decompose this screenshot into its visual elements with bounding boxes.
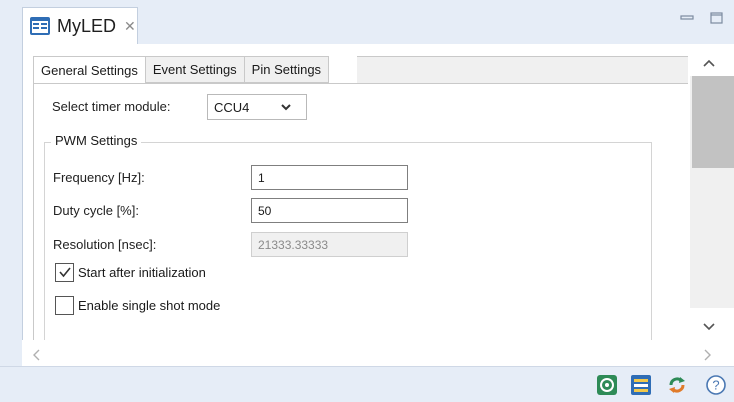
tab-event-settings[interactable]: Event Settings — [144, 56, 244, 83]
vertical-scroll-thumb[interactable] — [692, 76, 734, 168]
frequency-field[interactable]: 1 — [251, 165, 408, 190]
resolution-field: 21333.33333 — [251, 232, 408, 257]
help-icon[interactable]: ? — [705, 374, 727, 396]
horizontal-scrollbar[interactable] — [22, 340, 734, 366]
editor-tab-myled[interactable]: MyLED ✕ — [22, 7, 138, 44]
pin-allocator-icon[interactable] — [630, 374, 652, 396]
settings-tabs: General Settings Event Settings Pin Sett… — [33, 56, 330, 84]
single-shot-label: Enable single shot mode — [78, 298, 221, 313]
frequency-label: Frequency [Hz]: — [53, 170, 145, 185]
app-icon — [29, 15, 51, 37]
scroll-right-icon[interactable] — [702, 349, 712, 361]
svg-text:?: ? — [712, 378, 719, 393]
editor-tab-bar: MyLED ✕ — [0, 0, 734, 44]
timer-module-label: Select timer module: — [52, 99, 171, 114]
tab-general-settings[interactable]: General Settings — [33, 56, 145, 84]
start-after-init-checkbox[interactable] — [55, 263, 74, 282]
scroll-down-icon[interactable] — [702, 320, 716, 331]
tab-strip-fill — [357, 56, 689, 84]
timer-module-select[interactable]: CCU4 — [207, 94, 307, 120]
single-shot-checkbox[interactable] — [55, 296, 74, 315]
duty-cycle-field[interactable]: 50 — [251, 198, 408, 223]
timer-module-value: CCU4 — [214, 99, 250, 115]
general-settings-panel: Select timer module: CCU4 PWM Settings F… — [33, 83, 689, 351]
start-after-init-row[interactable]: Start after initialization — [55, 263, 206, 282]
app-window: MyLED ✕ General Settings Event Settings … — [0, 0, 734, 402]
editor-content: General Settings Event Settings Pin Sett… — [22, 44, 734, 366]
maximize-icon[interactable] — [708, 10, 726, 26]
start-after-init-label: Start after initialization — [78, 265, 206, 280]
refresh-icon[interactable] — [666, 374, 688, 396]
resolution-label: Resolution [nsec]: — [53, 237, 157, 252]
editor-title: MyLED — [57, 15, 117, 36]
bottom-toolbar — [0, 366, 734, 402]
scroll-left-icon[interactable] — [32, 349, 42, 361]
close-tab-icon[interactable]: ✕ — [124, 19, 136, 33]
minimize-icon[interactable] — [678, 10, 696, 26]
generate-code-icon[interactable] — [596, 374, 618, 396]
single-shot-row[interactable]: Enable single shot mode — [55, 296, 220, 315]
pwm-settings-group: PWM Settings Frequency [Hz]: 1 Duty cycl… — [44, 133, 652, 344]
scroll-up-icon[interactable] — [702, 56, 716, 67]
chevron-down-icon — [280, 101, 292, 113]
tab-pin-settings[interactable]: Pin Settings — [243, 56, 330, 83]
pwm-settings-title: PWM Settings — [51, 133, 142, 148]
duty-cycle-label: Duty cycle [%]: — [53, 203, 139, 218]
